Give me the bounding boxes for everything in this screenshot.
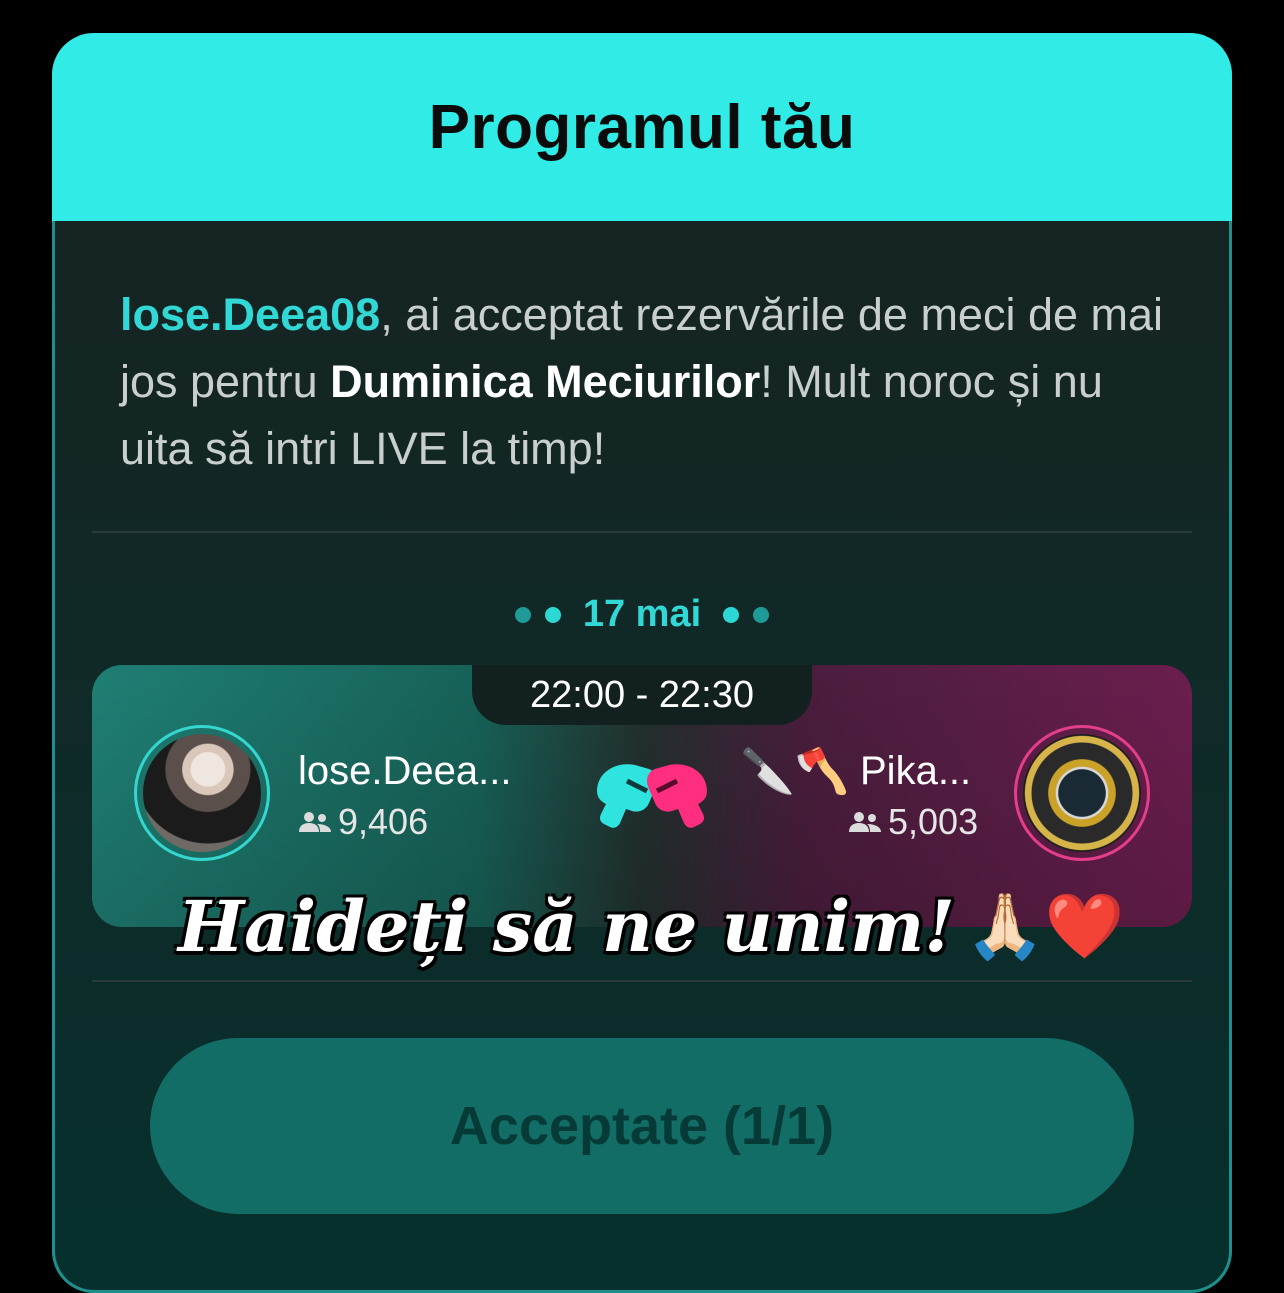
match-date: 17 mai [582, 593, 702, 635]
accepted-button[interactable]: Acceptate (1/1) [150, 1038, 1134, 1214]
left-player-name[interactable]: lose.Deea... [298, 749, 511, 794]
left-followers-count: 9,406 [338, 801, 429, 842]
pray-heart-icon: 🙏🏻❤️ [964, 889, 1125, 964]
page-title: Programul tău [428, 92, 856, 162]
date-row: 17 mai [52, 593, 1232, 636]
right-player-followers: 5,003 [848, 801, 978, 843]
avatar-image [1023, 734, 1141, 852]
followers-icon [299, 812, 331, 832]
intro-event-name: Duminica Meciurilor [330, 356, 761, 407]
match-time: 22:00 - 22:30 [472, 665, 812, 725]
dot-decoration [514, 606, 531, 623]
left-player-avatar[interactable] [134, 725, 270, 861]
left-player-followers: 9,406 [298, 801, 428, 843]
card-header: Programul tău [52, 33, 1232, 221]
boxing-gloves-icon [597, 764, 707, 828]
right-player-avatar[interactable] [1014, 725, 1150, 861]
dot-decoration [723, 606, 740, 623]
slogan-text: Haideți să ne unim! [178, 885, 955, 968]
followers-icon [849, 812, 881, 832]
knife-axe-icon: 🔪🪓 [740, 747, 850, 796]
intro-username: lose.Deea08 [120, 289, 381, 340]
dot-decoration [753, 606, 770, 623]
divider-bottom [92, 980, 1192, 982]
right-player-name[interactable]: Pika... [860, 749, 971, 794]
avatar-image [143, 734, 261, 852]
right-followers-count: 5,003 [888, 801, 979, 842]
weapon-emoji-group: 🔪🪓 [740, 745, 850, 797]
intro-message: lose.Deea08, ai acceptat rezervările de … [120, 281, 1180, 482]
dot-decoration [544, 606, 561, 623]
divider-top [92, 531, 1192, 533]
slogan-overlay: Haideți să ne unim! 🙏🏻❤️ [178, 885, 1124, 968]
